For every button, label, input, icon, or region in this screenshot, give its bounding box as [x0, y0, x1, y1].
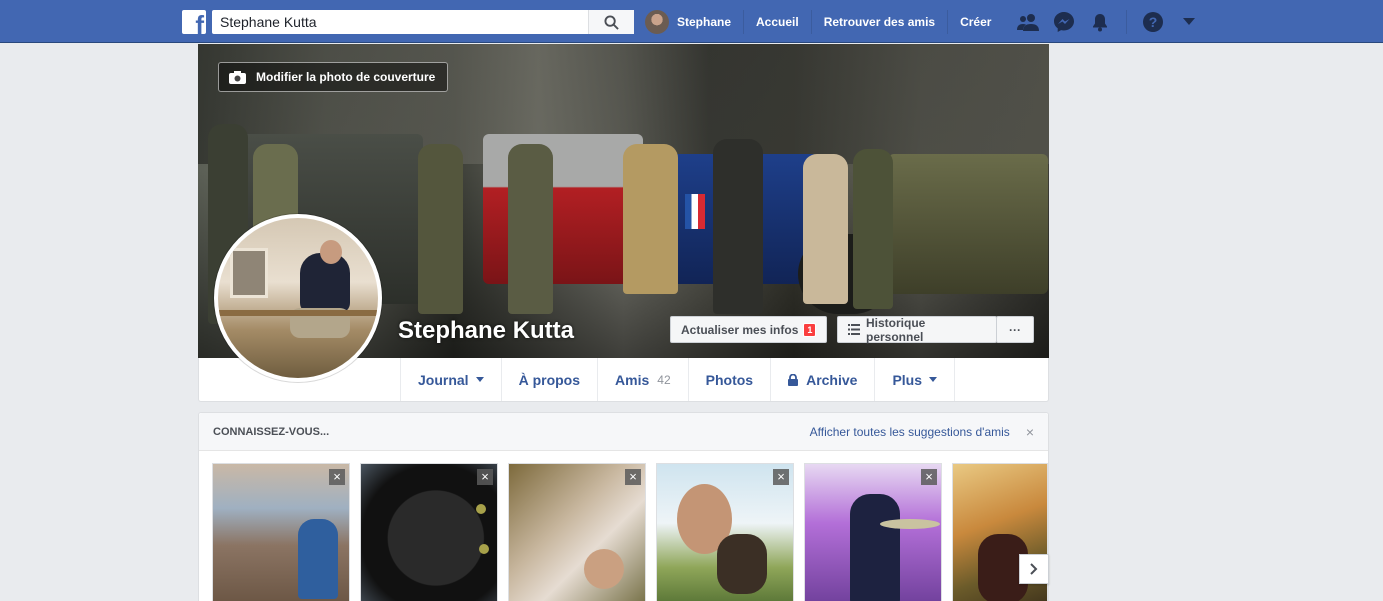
suggestion-card[interactable]: × — [360, 463, 498, 601]
cover-vehicle — [888, 154, 1048, 294]
messenger-icon[interactable] — [1052, 10, 1076, 34]
tab-photos-label: Photos — [705, 371, 754, 388]
suggestions-header: CONNAISSEZ-VOUS... Afficher toutes les s… — [199, 413, 1048, 451]
cover-vehicle — [483, 134, 643, 284]
nav-icons: ? — [1010, 0, 1207, 43]
dismiss-suggestion-close-icon[interactable]: × — [625, 469, 641, 485]
chevron-down-icon — [475, 377, 484, 382]
facebook-logo-icon[interactable]: f — [182, 10, 206, 34]
nav-profile-link[interactable]: Stephane — [645, 9, 745, 34]
activity-log-button[interactable]: Historique personnel — [837, 315, 997, 344]
camera-icon — [229, 70, 246, 84]
tab-about[interactable]: À propos — [502, 358, 599, 401]
update-info-button[interactable]: Actualiser mes infos 1 — [670, 316, 828, 343]
profile-photo-window — [230, 248, 268, 298]
tab-timeline-label: Journal — [418, 371, 469, 388]
cover-person — [508, 144, 553, 314]
suggestion-card-dog — [717, 534, 767, 594]
cover-person — [803, 154, 848, 304]
cover-person — [853, 149, 893, 309]
suggestion-card-person — [298, 519, 338, 599]
dismiss-suggestion-close-icon[interactable]: × — [921, 469, 937, 485]
tab-more[interactable]: Plus — [875, 358, 956, 401]
top-navigation-bar: f Stephane Accueil Retrouver des amis Cr… — [0, 0, 1383, 43]
dismiss-suggestion-close-icon[interactable]: × — [773, 469, 789, 485]
tab-more-label: Plus — [892, 371, 923, 388]
suggestion-card-cat-eye — [476, 504, 486, 514]
notifications-bell-icon[interactable] — [1088, 10, 1112, 34]
search-input[interactable] — [212, 10, 592, 34]
help-icon[interactable]: ? — [1141, 10, 1165, 34]
more-options-icon: ··· — [1009, 322, 1021, 337]
account-menu-chevron-down-icon[interactable] — [1177, 10, 1201, 34]
tab-photos[interactable]: Photos — [689, 358, 772, 401]
edit-cover-photo-button[interactable]: Modifier la photo de couverture — [218, 62, 449, 92]
tab-about-label: À propos — [518, 371, 581, 388]
next-suggestions-chevron-right-icon[interactable] — [1019, 554, 1049, 584]
search-icon — [604, 14, 619, 30]
suggestion-card-cat-eye — [479, 544, 489, 554]
suggestion-card-face — [584, 549, 624, 589]
svg-text:?: ? — [1149, 14, 1158, 30]
friend-requests-icon[interactable] — [1016, 10, 1040, 34]
avatar — [645, 9, 669, 34]
notification-badge: 1 — [803, 322, 817, 337]
nav-create-link[interactable]: Créer — [948, 10, 1003, 34]
cover-person — [623, 144, 678, 294]
list-icon — [848, 324, 860, 335]
profile-photo-fence — [218, 310, 378, 316]
activity-log-label: Historique personnel — [866, 315, 926, 344]
lock-icon — [788, 373, 799, 386]
see-all-suggestions-link[interactable]: Afficher toutes les suggestions d'amis — [810, 425, 1010, 439]
profile-photo — [218, 218, 378, 378]
friends-count: 42 — [657, 372, 671, 387]
cover-flag — [685, 194, 705, 229]
suggestion-card-person — [850, 494, 900, 601]
tab-timeline[interactable]: Journal — [401, 358, 502, 401]
people-you-may-know-panel: CONNAISSEZ-VOUS... Afficher toutes les s… — [198, 412, 1049, 601]
suggestion-card[interactable]: × — [508, 463, 646, 601]
dismiss-suggestion-close-icon[interactable]: × — [477, 469, 493, 485]
tab-friends-label: Amis — [615, 371, 650, 388]
profile-tabs: Journal À propos Amis 42 Photos Archive … — [400, 358, 956, 401]
nav-find-friends-link[interactable]: Retrouver des amis — [812, 9, 949, 34]
close-icon[interactable]: × — [1026, 424, 1034, 440]
tab-archive[interactable]: Archive — [771, 358, 876, 401]
profile-name[interactable]: Stephane Kutta — [398, 317, 574, 345]
profile-picture[interactable] — [214, 214, 382, 382]
suggestion-card[interactable]: × — [804, 463, 942, 601]
suggestion-card-drum — [880, 519, 940, 529]
suggestions-title: CONNAISSEZ-VOUS... — [213, 425, 330, 438]
edit-cover-photo-label: Modifier la photo de couverture — [256, 70, 436, 84]
chevron-down-icon — [929, 377, 938, 382]
nav-home-link[interactable]: Accueil — [744, 9, 812, 34]
search-button[interactable] — [588, 10, 634, 34]
tab-friends[interactable]: Amis 42 — [598, 358, 689, 401]
suggestion-cards: × × × × × — [212, 463, 1058, 601]
main-nav: Stephane Accueil Retrouver des amis Crée… — [645, 0, 1003, 43]
nav-user-name: Stephane — [677, 14, 732, 29]
cover-person — [418, 144, 463, 314]
dismiss-suggestion-close-icon[interactable]: × — [329, 469, 345, 485]
update-info-label: Actualiser mes infos — [681, 322, 799, 337]
search-box — [212, 10, 634, 34]
tab-archive-label: Archive — [806, 371, 858, 388]
more-options-button[interactable]: ··· — [996, 316, 1034, 343]
nav-divider — [1126, 9, 1127, 34]
suggestion-card[interactable]: × — [656, 463, 794, 601]
suggestion-card[interactable]: × — [212, 463, 350, 601]
cover-person — [713, 139, 763, 314]
profile-photo-head — [320, 240, 342, 264]
